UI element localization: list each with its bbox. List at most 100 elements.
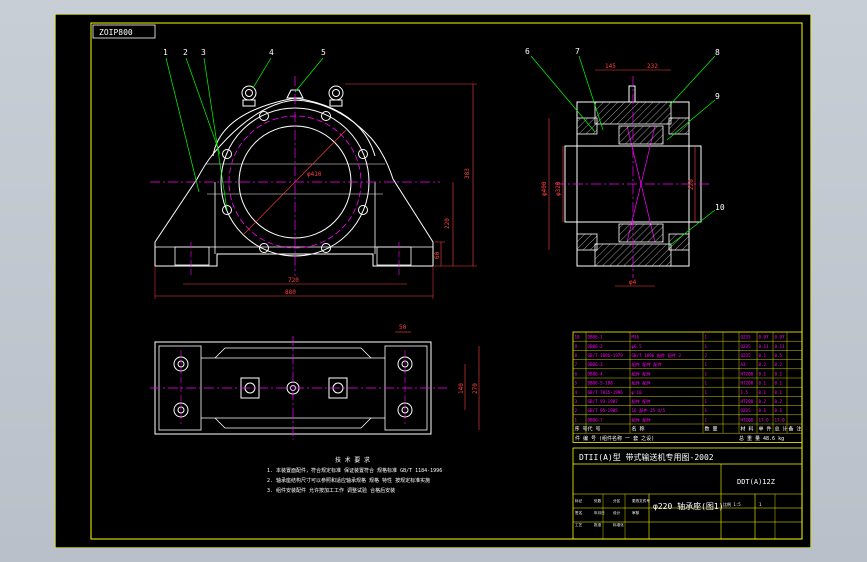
front-view: φ410 720 880 383 220 60 [150,76,477,299]
dim-side-width-a: 145 [605,63,616,70]
balloon-3: 3 [201,48,206,57]
parts-cell: 2 [575,408,578,413]
parts-cell: DB06-4 [588,371,604,376]
parts-cell: 配件 配件 [632,370,651,377]
parts-cell: φ 10 [632,390,643,395]
parts-cell: GB/T 1096 配件 配件 2 [632,352,682,359]
dim-side-bottom: φ4 [629,279,637,286]
parts-header-cell: 数 量 [705,426,718,433]
parts-cell: 0.11 [775,344,786,349]
parts-header-cell: 单 件 [759,426,772,433]
dim-front-height-base: 60 [434,251,441,259]
parts-cell: 0.1 [759,371,767,376]
dim-plan-height-b: 270 [472,383,479,394]
title-small-labels: 标记 处数 分区 更改文件号签名 年月日 设计 审核工艺 批准 标准化 [575,498,650,527]
notes-line-2: 2. 轴承座结构尺寸可以参照和适应轴承规格 规格 特性 按规定标准实施 [267,477,430,484]
title-drawing-code: DDT(A)12Z [737,478,775,486]
parts-cell: 9 [575,344,578,349]
parts-cell: 0.5 [775,353,783,358]
dim-front-width-inner: 720 [288,277,299,284]
parts-header-cell: 代 号 [588,426,601,433]
title-drawing-name: φ220 轴承座(图1) [653,501,724,511]
balloon-7: 7 [575,47,580,56]
cad-viewport[interactable]: ZOIP800 φ410 720 880 383 220 60 1 2 3 4 … [55,14,811,548]
balloon-9: 9 [715,92,720,101]
parts-cell: DB06-2 [588,344,604,349]
parts-cell: 1 [705,390,708,395]
dim-front-diameter: φ410 [307,171,322,178]
dim-plan-top: 50 [399,324,407,331]
title-series: DTII(A)型 带式输送机专用图-2002 [579,452,714,462]
title-small-label: 工艺 [575,522,583,527]
plan-view: 50 140 270 [150,324,480,440]
technical-notes: 技 术 要 求 1. 本装置面配件，符合规定标准 保证装置符合 规格标准 GB/… [267,456,442,494]
parts-subheader-left: 件 编 号 (组件名称 一 套 之设) [575,435,654,442]
parts-header-cell: 材 料 [741,426,754,433]
parts-header-cell: 备 注 [789,426,802,433]
parts-cell: 17.0 [775,417,786,422]
parts-cell: 1 [705,344,708,349]
dim-front-width-outer: 880 [285,289,296,296]
parts-cell: GB/T 1096-1979 [588,353,624,358]
balloon-4: 4 [269,48,274,57]
balloon-6: 6 [525,47,530,56]
parts-cell: 0.1 [759,381,767,386]
parts-cell: Q235 [741,335,752,340]
parts-cell: HT200 [741,417,754,422]
parts-cell: 0.1 [759,353,767,358]
parts-cell: GB/T 7815-1996 [588,390,624,395]
parts-cell: 0.1 [759,390,767,395]
title-small-label: 处数 [594,498,602,503]
parts-cell: 0.1 [775,371,783,376]
parts-cell: 1 [705,362,708,367]
parts-cell: HT200 [741,381,754,386]
dim-side-left-dia-outer: φ400 [541,181,548,196]
parts-cell: 10 [575,335,581,340]
parts-cell: 16 配件 25 4/5 [632,407,666,414]
parts-subheader-right: 总 重 量 48.6 kg [739,435,784,442]
parts-cell: GB/T 95-1985 [588,408,619,413]
parts-cell: GB/T 93-1987 [588,399,619,404]
parts-cell: 4 [575,390,578,395]
parts-cell: φ6.5 [632,344,643,349]
parts-cell: 配件 配件 [632,398,651,405]
title-block: DTII(A)型 带式输送机专用图-2002 DDT(A)12Z φ220 轴承… [572,447,803,540]
parts-cell: Q235 [741,353,752,358]
parts-cell: 0.2 [775,399,783,404]
parts-cell: 配件 配件 [632,416,651,423]
parts-cell: 0.1 [775,381,783,386]
parts-cell: 1.5 [741,390,749,395]
balloon-2: 2 [183,48,188,57]
front-leaders [165,57,324,211]
title-scale: 比例 1:5 [723,501,741,507]
balloon-8: 8 [715,48,720,57]
parts-cell: 7 [575,362,578,367]
notes-line-3: 3. 组件安装配件 允许按加工工作 调整试验 合格后安装 [267,487,395,494]
title-small-label: 年月日 [594,510,605,515]
cad-drawing: ZOIP800 φ410 720 880 383 220 60 1 2 3 4 … [55,14,811,548]
parts-cell: 1 [705,335,708,340]
parts-cell: 1 [705,399,708,404]
title-small-label: 分区 [613,498,621,503]
title-small-label: 签名 [575,510,583,515]
balloon-1: 1 [163,48,168,57]
title-small-label: 批准 [594,522,602,527]
side-view: 145 232 φ400 φ320 220 φ4 [541,63,711,287]
parts-cell: 8 [575,353,578,358]
parts-cell: 0.2 [759,362,767,367]
parts-cell: 0.07 [775,335,786,340]
parts-cell: 0.1 [775,408,783,413]
parts-cell: Q235 [741,344,752,349]
parts-cell: 1 [705,381,708,386]
parts-cell: 0.1 [775,390,783,395]
parts-cell: 1 [705,408,708,413]
title-small-label: 更改文件号 [632,498,650,503]
parts-cell: 配件 配件 配件 [632,361,662,368]
title-small-label: 审核 [632,510,640,515]
parts-cell: DB06-1 [588,335,604,340]
parts-cell: DB06-5-108 [588,381,614,386]
balloon-10: 10 [715,203,725,212]
parts-cell: DB06-3 [588,362,604,367]
notes-title: 技 术 要 求 [335,456,370,464]
parts-cell: A3 [741,362,747,367]
